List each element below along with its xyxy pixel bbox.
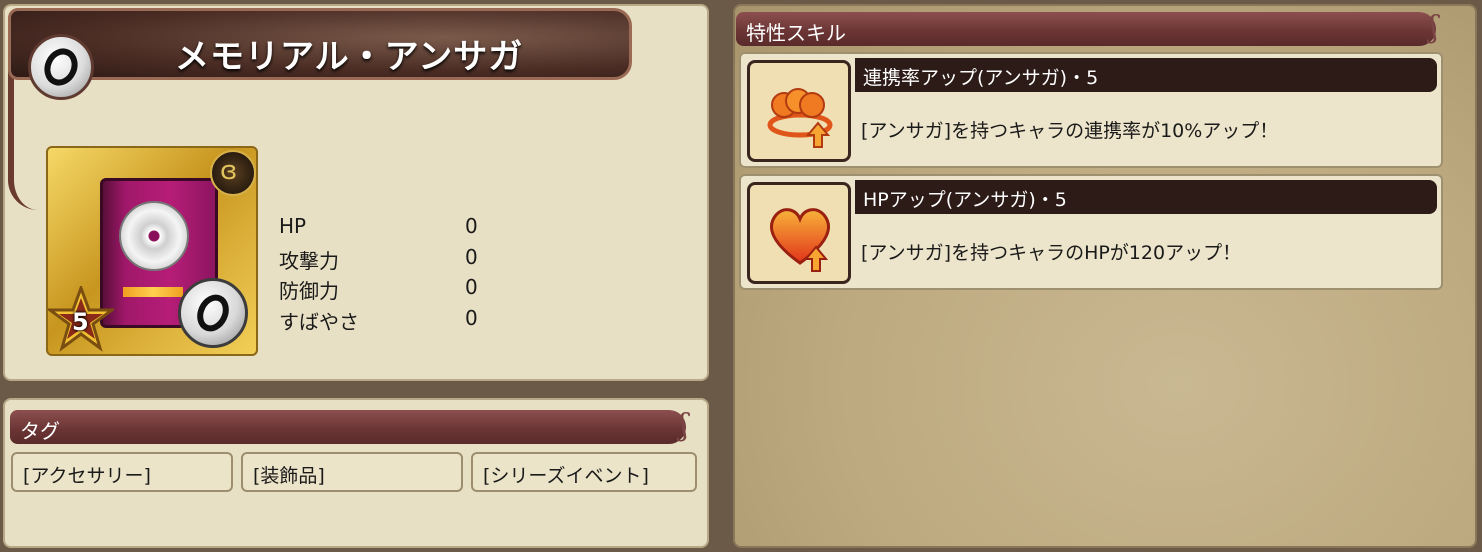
stat-value: 0 <box>465 275 478 299</box>
tag-label: [装飾品] <box>253 465 325 487</box>
skill-name: 連携率アップ(アンサガ)・5 <box>863 67 1099 89</box>
stat-label: HP <box>279 214 307 238</box>
stat-label: 攻撃力 <box>279 248 339 273</box>
tag-label: [アクセサリー] <box>23 465 151 487</box>
link-rate-icon <box>747 60 851 162</box>
skill-item[interactable]: HPアップ(アンサガ)・5 [アンサガ]を持つキャラのHPが120アップ！ <box>739 174 1443 290</box>
stat-value: 0 <box>465 305 478 330</box>
stat-label: 防御力 <box>279 279 339 303</box>
heart-up-icon <box>747 182 851 284</box>
skill-name-bar: 連携率アップ(アンサガ)・5 <box>855 58 1437 92</box>
skills-header-label: 特性スキル <box>746 21 846 45</box>
item-card[interactable]: ɞ 5 <box>46 146 258 356</box>
tags-header-label: タグ <box>20 419 60 443</box>
tag-item[interactable]: [アクセサリー] <box>11 452 233 492</box>
skill-description: [アンサガ]を持つキャラのHPが120アップ！ <box>861 242 1242 264</box>
skills-header: 特性スキル ʃ <box>736 10 1438 46</box>
swirl-emblem-icon: ɞ <box>210 150 256 196</box>
curl-ornament-icon: ʃ <box>1429 10 1438 45</box>
item-title-banner: メモリアル・アンサガ <box>8 8 632 80</box>
stat-value: 0 <box>465 244 478 269</box>
tag-item[interactable]: [装飾品] <box>241 452 463 492</box>
curl-ornament-icon: ʃ <box>679 408 688 443</box>
rarity-star-icon: 5 <box>48 286 114 352</box>
ring-category-icon <box>178 278 248 348</box>
tags-header: タグ ʃ <box>10 408 688 444</box>
book-plate <box>123 287 183 297</box>
skill-name-bar: HPアップ(アンサガ)・5 <box>855 180 1437 214</box>
tag-item[interactable]: [シリーズイベント] <box>471 452 697 492</box>
stat-value: 0 <box>465 214 478 238</box>
skill-name: HPアップ(アンサガ)・5 <box>863 189 1067 211</box>
rarity-value: 5 <box>72 308 89 336</box>
skill-item[interactable]: 連携率アップ(アンサガ)・5 [アンサガ]を持つキャラの連携率が10%アップ！ <box>739 52 1443 168</box>
skill-description: [アンサガ]を持つキャラの連携率が10%アップ！ <box>861 120 1279 142</box>
stat-label: すばやさ <box>279 309 359 334</box>
tag-label: [シリーズイベント] <box>483 465 649 487</box>
disc-icon <box>119 201 189 271</box>
item-name: メモリアル・アンサガ <box>175 37 524 77</box>
ring-icon <box>28 34 94 100</box>
